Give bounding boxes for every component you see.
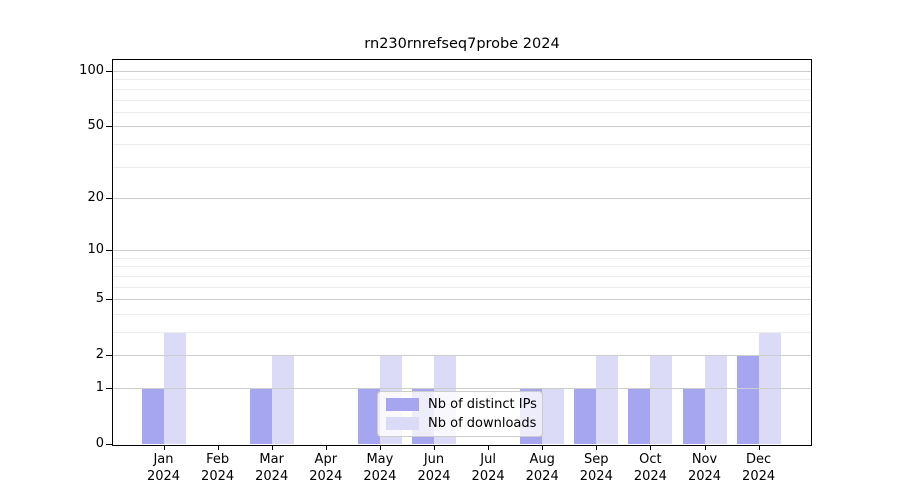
legend-label-downloads: Nb of downloads: [428, 416, 536, 431]
y-tick-label-5: 5: [30, 292, 104, 306]
legend-item-distinct-ips: Nb of distinct IPs: [386, 397, 533, 412]
legend-item-downloads: Nb of downloads: [386, 416, 533, 431]
y-tick-label-0: 0: [30, 437, 104, 451]
x-tick-label-oct: Oct2024: [615, 451, 685, 485]
legend-swatch-distinct-ips: [386, 398, 419, 411]
y-tick-label-20: 20: [30, 191, 104, 205]
y-tick-label-1: 1: [30, 381, 104, 395]
x-tick-label-feb: Feb2024: [183, 451, 253, 485]
legend: Nb of distinct IPs Nb of downloads: [377, 391, 543, 437]
x-tick-label-jan: Jan2024: [129, 451, 199, 485]
y-tick-label-2: 2: [30, 348, 104, 362]
x-tick-label-mar: Mar2024: [237, 451, 307, 485]
x-tick-label-dec: Dec2024: [724, 451, 794, 485]
legend-label-distinct-ips: Nb of distinct IPs: [428, 397, 537, 412]
x-tick-label-aug: Aug2024: [507, 451, 577, 485]
x-tick-label-nov: Nov2024: [670, 451, 740, 485]
x-tick-label-apr: Apr2024: [291, 451, 361, 485]
plot-frame: [112, 59, 812, 446]
download-stats-chart: rn230rnrefseq7probe 2024 0 1 2 5 10 20 50 100 Ja…: [0, 0, 900, 500]
y-tick-label-10: 10: [30, 243, 104, 257]
x-tick-label-jun: Jun2024: [399, 451, 469, 485]
legend-swatch-downloads: [386, 417, 419, 430]
x-tick-label-sep: Sep2024: [561, 451, 631, 485]
y-tick-label-50: 50: [30, 119, 104, 133]
x-tick-label-may: May2024: [345, 451, 415, 485]
y-tick-label-100: 100: [30, 64, 104, 78]
x-tick-label-jul: Jul2024: [453, 451, 523, 485]
chart-title: rn230rnrefseq7probe 2024: [113, 36, 811, 52]
